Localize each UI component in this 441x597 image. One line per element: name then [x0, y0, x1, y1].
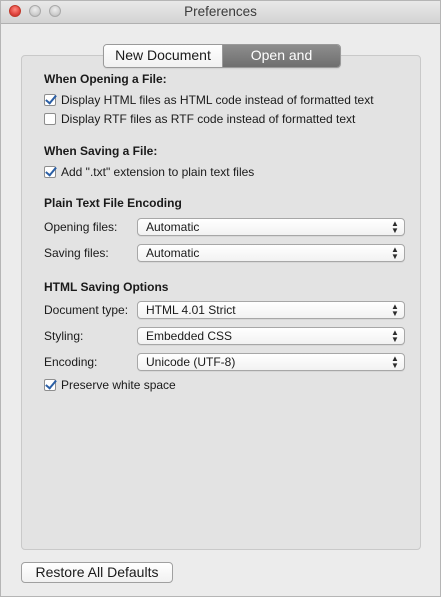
styling-popup[interactable]: Embedded CSS ▲ ▼	[137, 327, 405, 345]
encoding-section-heading: Plain Text File Encoding	[44, 196, 182, 210]
add-txt-checkbox[interactable]	[44, 166, 56, 178]
title-bar: Preferences	[1, 1, 440, 24]
popup-arrows-icon: ▲ ▼	[391, 354, 399, 370]
popup-arrows-icon: ▲ ▼	[391, 328, 399, 344]
html-encoding-popup[interactable]: Unicode (UTF-8) ▲ ▼	[137, 353, 405, 371]
document-type-value: HTML 4.01 Strict	[146, 303, 236, 317]
styling-label: Styling:	[44, 329, 84, 343]
add-txt-label: Add ".txt" extension to plain text files	[61, 165, 255, 179]
opening-files-popup[interactable]: Automatic ▲ ▼	[137, 218, 405, 236]
document-type-popup[interactable]: HTML 4.01 Strict ▲ ▼	[137, 301, 405, 319]
html-encoding-value: Unicode (UTF-8)	[146, 355, 236, 369]
display-html-checkbox[interactable]	[44, 94, 56, 106]
add-txt-checkbox-row[interactable]: Add ".txt" extension to plain text files	[44, 165, 254, 179]
html-section-heading: HTML Saving Options	[44, 280, 169, 294]
saving-files-value: Automatic	[146, 246, 200, 260]
popup-arrows-icon: ▲ ▼	[391, 302, 399, 318]
saving-files-label: Saving files:	[44, 246, 109, 260]
popup-arrows-icon: ▲ ▼	[391, 219, 399, 235]
display-rtf-label: Display RTF files as RTF code instead of…	[61, 112, 356, 126]
saving-files-popup[interactable]: Automatic ▲ ▼	[137, 244, 405, 262]
opening-section-heading: When Opening a File:	[44, 72, 167, 86]
tab-new-document[interactable]: New Document	[104, 45, 223, 67]
styling-value: Embedded CSS	[146, 329, 233, 343]
display-html-label: Display HTML files as HTML code instead …	[61, 93, 374, 107]
window-title: Preferences	[184, 4, 257, 19]
preserve-whitespace-label: Preserve white space	[61, 378, 176, 392]
saving-section-heading: When Saving a File:	[44, 144, 158, 158]
opening-files-value: Automatic	[146, 220, 200, 234]
display-html-checkbox-row[interactable]: Display HTML files as HTML code instead …	[44, 93, 374, 107]
preferences-window: Preferences New Document Open and Save W…	[0, 0, 441, 597]
tab-bar: New Document Open and Save	[103, 44, 341, 68]
display-rtf-checkbox-row[interactable]: Display RTF files as RTF code instead of…	[44, 112, 355, 126]
display-rtf-checkbox[interactable]	[44, 113, 56, 125]
document-type-label: Document type:	[44, 303, 129, 317]
tab-open-and-save[interactable]: Open and Save	[223, 45, 340, 67]
html-encoding-label: Encoding:	[44, 355, 98, 369]
popup-arrows-icon: ▲ ▼	[391, 245, 399, 261]
opening-files-label: Opening files:	[44, 220, 118, 234]
preserve-whitespace-checkbox[interactable]	[44, 379, 56, 391]
restore-all-defaults-button[interactable]: Restore All Defaults	[21, 562, 173, 583]
preserve-whitespace-checkbox-row[interactable]: Preserve white space	[44, 378, 176, 392]
